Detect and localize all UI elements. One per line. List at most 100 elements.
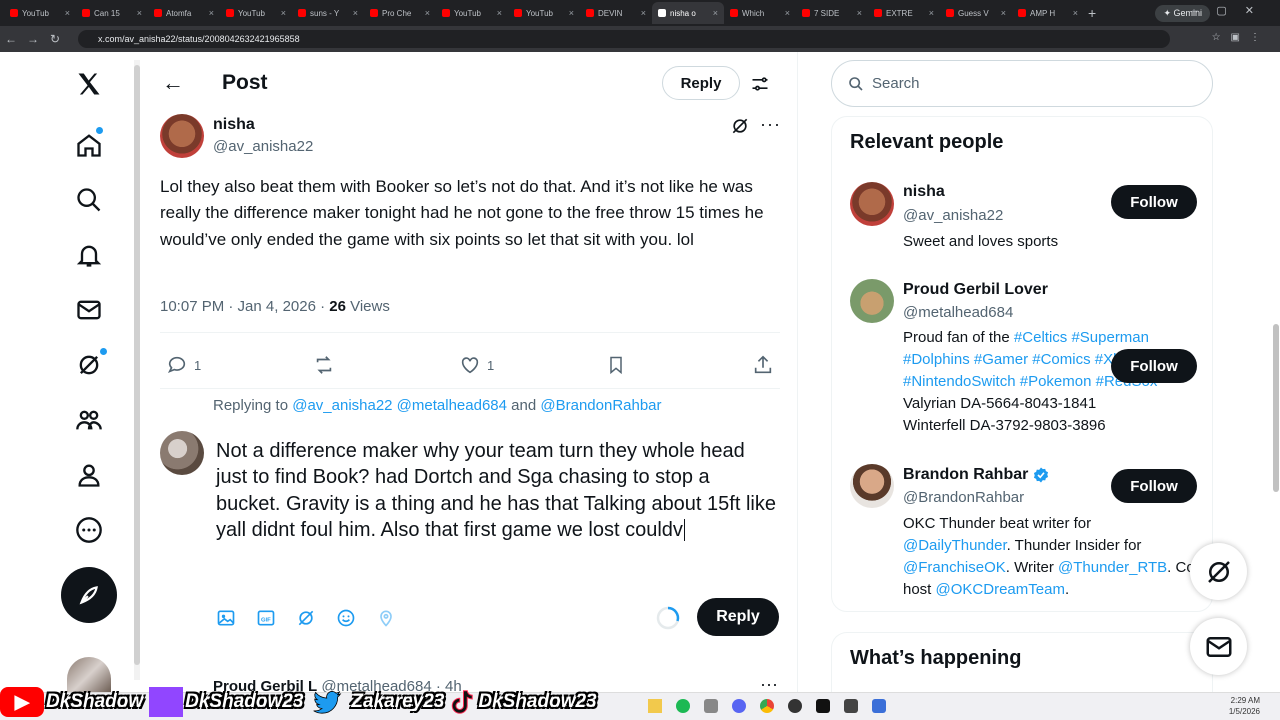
tab-close-icon[interactable]: × xyxy=(65,8,70,18)
tab-close-icon[interactable]: × xyxy=(137,8,142,18)
person-handle[interactable]: @av_anisha22 xyxy=(903,207,1003,224)
tab-close-icon[interactable]: × xyxy=(425,8,430,18)
grok-icon[interactable] xyxy=(60,341,118,389)
share-icon[interactable] xyxy=(752,354,774,376)
location-pin-icon[interactable] xyxy=(376,608,396,628)
reply-text-input[interactable]: Not a difference maker why your team tur… xyxy=(216,438,776,544)
profile-icon[interactable] xyxy=(60,451,118,499)
back-nav-icon[interactable]: ← xyxy=(0,32,22,46)
replying-to-handles[interactable]: @av_anisha22 @metalhead684 xyxy=(292,397,507,414)
browser-tab[interactable]: Which × xyxy=(724,2,796,24)
app-icon[interactable] xyxy=(872,699,886,713)
composer-avatar[interactable] xyxy=(160,431,204,475)
browser-tab[interactable]: YouTub × xyxy=(220,2,292,24)
browser-tab[interactable]: Can 15 × xyxy=(76,2,148,24)
tiktok-icon[interactable] xyxy=(816,699,830,713)
messages-float-button[interactable] xyxy=(1190,618,1247,675)
repost-icon[interactable] xyxy=(312,354,336,376)
browser-tab[interactable]: YouTub × xyxy=(508,2,580,24)
like-action[interactable]: 1 xyxy=(459,354,494,376)
back-arrow-icon[interactable]: ← xyxy=(162,70,184,96)
page-scrollbar[interactable] xyxy=(1272,52,1280,692)
person-handle[interactable]: @metalhead684 xyxy=(903,304,1013,321)
file-explorer-icon[interactable] xyxy=(648,699,662,713)
browser-tab[interactable]: YouTub × xyxy=(4,2,76,24)
x-logo-icon[interactable] xyxy=(60,60,118,108)
follow-button[interactable]: Follow xyxy=(1111,349,1197,383)
notifications-bell-icon[interactable] xyxy=(60,231,118,279)
browser-tab[interactable]: YouTub × xyxy=(436,2,508,24)
reply-action[interactable]: 1 xyxy=(166,354,201,376)
chrome-icon[interactable] xyxy=(760,699,774,713)
communities-icon[interactable] xyxy=(60,396,118,444)
reply-submit-button[interactable]: Reply xyxy=(697,598,779,636)
bookmark-icon[interactable] xyxy=(606,354,626,376)
follow-button[interactable]: Follow xyxy=(1111,469,1197,503)
bio-mention[interactable]: @OKCDreamTeam xyxy=(936,581,1065,598)
tab-close-icon[interactable]: × xyxy=(497,8,502,18)
grok-explain-icon[interactable] xyxy=(730,116,750,136)
person-name[interactable]: nisha xyxy=(903,183,945,201)
person-handle[interactable]: @BrandonRahbar xyxy=(903,489,1024,506)
left-scrollbar[interactable] xyxy=(134,60,140,680)
emoji-icon[interactable] xyxy=(336,608,356,628)
browser-tab[interactable]: suns - Y × xyxy=(292,2,364,24)
reload-icon[interactable]: ↻ xyxy=(44,32,66,46)
browser-tab[interactable]: 7 SIDE × xyxy=(796,2,868,24)
person-name-row[interactable]: Brandon Rahbar xyxy=(903,466,1050,484)
tab-close-icon[interactable]: × xyxy=(785,8,790,18)
search-input[interactable]: Search xyxy=(831,60,1213,107)
person-name[interactable]: Brandon Rahbar xyxy=(903,466,1028,484)
tab-close-icon[interactable]: × xyxy=(857,8,862,18)
browser-tab[interactable]: DEVIN × xyxy=(580,2,652,24)
replying-last-handle[interactable]: @BrandonRahbar xyxy=(540,397,661,414)
app-icon[interactable] xyxy=(844,699,858,713)
tab-close-icon[interactable]: × xyxy=(929,8,934,18)
media-image-icon[interactable] xyxy=(216,608,236,628)
person-avatar[interactable] xyxy=(850,279,894,323)
compose-post-button[interactable] xyxy=(61,567,117,623)
messages-mail-icon[interactable] xyxy=(60,286,118,334)
browser-tab[interactable]: EXTRE × xyxy=(868,2,940,24)
forward-nav-icon[interactable]: → xyxy=(22,32,44,46)
follow-button[interactable]: Follow xyxy=(1111,185,1197,219)
browser-extension-icons[interactable]: ☆▣⋮ xyxy=(1212,32,1270,43)
home-icon[interactable] xyxy=(60,121,118,169)
tab-close-icon[interactable]: × xyxy=(353,8,358,18)
spotify-icon[interactable] xyxy=(676,699,690,713)
browser-tab[interactable]: Pro Che × xyxy=(364,2,436,24)
post-author-name[interactable]: nisha xyxy=(213,116,255,134)
browser-tab[interactable]: Atomfa × xyxy=(148,2,220,24)
post-more-icon[interactable]: ··· xyxy=(760,114,781,135)
tab-close-icon[interactable]: × xyxy=(1073,8,1078,18)
tab-close-icon[interactable]: × xyxy=(209,8,214,18)
address-input[interactable]: x.com/av_anisha22/status/200804263242196… xyxy=(78,30,1170,48)
browser-tab[interactable]: nisha o × xyxy=(652,2,724,24)
new-tab-icon[interactable]: + xyxy=(1088,5,1096,21)
header-reply-button[interactable]: Reply xyxy=(662,66,740,100)
tab-close-icon[interactable]: × xyxy=(569,8,574,18)
tab-close-icon[interactable]: × xyxy=(1001,8,1006,18)
grok-enhance-icon[interactable] xyxy=(296,608,316,628)
discord-icon[interactable] xyxy=(732,699,746,713)
tab-close-icon[interactable]: × xyxy=(641,8,646,18)
explore-search-icon[interactable] xyxy=(60,176,118,224)
person-avatar[interactable] xyxy=(850,464,894,508)
avatar[interactable] xyxy=(160,114,204,158)
bio-mention[interactable]: @Thunder_RTB xyxy=(1058,559,1167,576)
browser-tab[interactable]: AMP H × xyxy=(1012,2,1084,24)
tab-close-icon[interactable]: × xyxy=(281,8,286,18)
bio-mention[interactable]: @FranchiseOK xyxy=(903,559,1006,576)
app-icon[interactable] xyxy=(704,699,718,713)
grok-float-button[interactable] xyxy=(1190,543,1247,600)
window-controls[interactable]: –▢✕ xyxy=(1192,4,1272,17)
taskbar-clock[interactable]: 2:29 AM 1/5/2026 xyxy=(1229,695,1260,717)
browser-tab[interactable]: Guess V × xyxy=(940,2,1012,24)
gif-icon[interactable]: GIF xyxy=(256,608,276,628)
post-timestamp[interactable]: 10:07 PM · Jan 4, 2026 · xyxy=(160,298,329,315)
filter-sliders-icon[interactable] xyxy=(750,74,770,94)
app-icon[interactable] xyxy=(788,699,802,713)
bio-mention[interactable]: @DailyThunder xyxy=(903,537,1007,554)
person-avatar[interactable] xyxy=(850,182,894,226)
post-author-handle[interactable]: @av_anisha22 xyxy=(213,138,313,155)
